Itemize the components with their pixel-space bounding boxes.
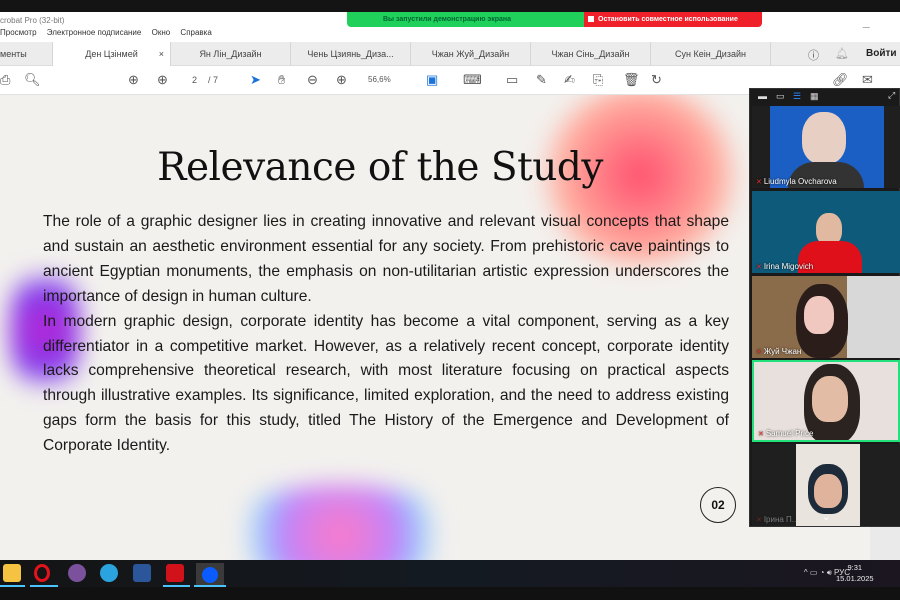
participant-name: Irina Migovich	[756, 262, 813, 271]
document-view: Relevance of the Study The role of a gra…	[0, 95, 870, 560]
page-total: / 7	[208, 75, 219, 85]
taskbar: ^ ▭ ◔ 🔊︎ РУС	[0, 560, 900, 587]
menu-e-sign[interactable]: Электронное подписание	[47, 28, 142, 37]
opera-icon[interactable]	[34, 564, 50, 582]
rotate-icon[interactable]: ↻	[651, 72, 662, 88]
search-icon[interactable]: 🔍︎	[24, 72, 41, 88]
prev-page-icon[interactable]: ⊕	[128, 72, 139, 88]
file-explorer-icon[interactable]	[3, 564, 21, 582]
participant-tile[interactable]: Ірина П... ⌄	[752, 444, 900, 526]
stamp-icon[interactable]: ⎘	[593, 72, 603, 88]
tab-document[interactable]: Чжан Сінь_Дизайн	[531, 42, 651, 66]
participant-tile[interactable]: Liudmyla Ovcharova	[752, 106, 900, 188]
acrobat-icon[interactable]	[166, 564, 184, 582]
sign-icon[interactable]: ✍︎	[564, 72, 575, 88]
tab-document[interactable]: Чень Цзиянь_Диза...	[291, 42, 411, 66]
document-tabs: менты Ден Цзінмей × Ян Лін_Дизайн Чень Цз…	[0, 42, 900, 66]
participant-name: Samuel Price	[758, 429, 814, 438]
page-fit-icon[interactable]: ▣	[426, 72, 438, 88]
stop-share-label: Остановить совместное использование	[598, 16, 738, 23]
help-icon[interactable]: ⓘ	[808, 47, 819, 63]
video-panel: ▬ ▭ ☰ ▦ ⤢ Liudmyla Ovcharova Irina Migov…	[749, 88, 900, 527]
clock-time: 9:31	[847, 563, 863, 572]
slide-title: Relevance of the Study	[157, 145, 603, 190]
video-panel-header: ▬ ▭ ☰ ▦ ⤢	[750, 89, 900, 106]
strip-view-icon[interactable]: ☰	[793, 91, 801, 102]
clock-date: 15.01.2025	[836, 574, 874, 583]
tab-close-icon[interactable]: ×	[159, 42, 164, 66]
mail-icon[interactable]: ✉	[862, 72, 873, 88]
select-cursor-icon[interactable]: ➤	[250, 72, 261, 88]
grid-view-icon[interactable]: ▦	[810, 91, 819, 102]
zoom-app-icon[interactable]	[196, 563, 224, 587]
hand-icon[interactable]: ✋︎	[278, 72, 285, 88]
screen-share-banner: Вы запустили демонстрацию экрана	[347, 12, 587, 27]
share-banner-text: Вы запустили демонстрацию экрана	[383, 16, 512, 23]
delete-icon[interactable]: 🗑︎	[623, 72, 640, 88]
slide-page-number: 02	[700, 487, 736, 523]
participant-tile[interactable]: Irina Migovich	[752, 191, 900, 273]
zoom-select[interactable]: 56,6%	[368, 75, 391, 84]
slide-body: The role of a graphic designer lies in c…	[43, 210, 729, 459]
sign-in-button[interactable]: Войти	[866, 48, 897, 59]
telegram-icon[interactable]	[100, 564, 118, 582]
comment-icon[interactable]: ▭	[506, 72, 518, 88]
highlight-icon[interactable]: ✎	[536, 72, 547, 88]
stop-sharing-button[interactable]: Остановить совместное использование	[584, 12, 762, 27]
tab-document[interactable]: Сун Кеін_Дизайн	[651, 42, 771, 66]
tab-active-document[interactable]: Ден Цзінмей ×	[53, 42, 171, 66]
window-title: crobat Pro (32-bit)	[0, 16, 65, 25]
zoom-out-icon[interactable]: ⊖	[307, 72, 318, 88]
print-icon[interactable]: ⎙	[0, 72, 10, 88]
menu-window[interactable]: Окно	[152, 28, 171, 37]
tab-document[interactable]: Ян Лін_Дизайн	[171, 42, 291, 66]
page-input[interactable]: 2	[192, 75, 197, 85]
tab-document[interactable]: Чжан Жуй_Дизайн	[411, 42, 531, 66]
paragraph: In modern graphic design, corporate iden…	[43, 312, 729, 455]
menu-bar: Просмотр Электронное подписание Окно Спр…	[0, 28, 900, 42]
bell-icon[interactable]: 🔔︎	[835, 47, 849, 60]
tab-tools[interactable]: менты	[0, 42, 53, 66]
decor-blob	[220, 485, 460, 560]
clock[interactable]: 9:31 15.01.2025	[836, 562, 874, 584]
single-view-icon[interactable]: ▭	[776, 91, 785, 102]
participant-name: Ірина П...	[756, 515, 799, 524]
link-icon[interactable]: 🔗︎	[832, 72, 849, 88]
participant-tile-active-speaker[interactable]: Samuel Price	[752, 360, 900, 442]
participant-tile[interactable]: Жуй Чжан	[752, 276, 900, 358]
expand-icon[interactable]: ⤢	[888, 90, 895, 101]
next-page-icon[interactable]: ⊕	[157, 72, 168, 88]
participant-name: Liudmyla Ovcharova	[756, 177, 837, 186]
tab-label: Ден Цзінмей	[85, 49, 138, 59]
viber-icon[interactable]	[68, 564, 86, 582]
zoom-in-icon[interactable]: ⊕	[336, 72, 347, 88]
paragraph: The role of a graphic designer lies in c…	[43, 213, 729, 305]
word-icon[interactable]	[133, 564, 151, 582]
top-bar	[0, 0, 900, 12]
menu-view[interactable]: Просмотр	[0, 28, 37, 37]
menu-help[interactable]: Справка	[180, 28, 211, 37]
participant-name: Жуй Чжан	[756, 347, 802, 356]
keyboard-icon[interactable]: ⌨	[463, 72, 482, 88]
scroll-down-icon[interactable]: ⌄	[822, 512, 830, 523]
minimize-icon[interactable]: ▬	[758, 91, 767, 101]
